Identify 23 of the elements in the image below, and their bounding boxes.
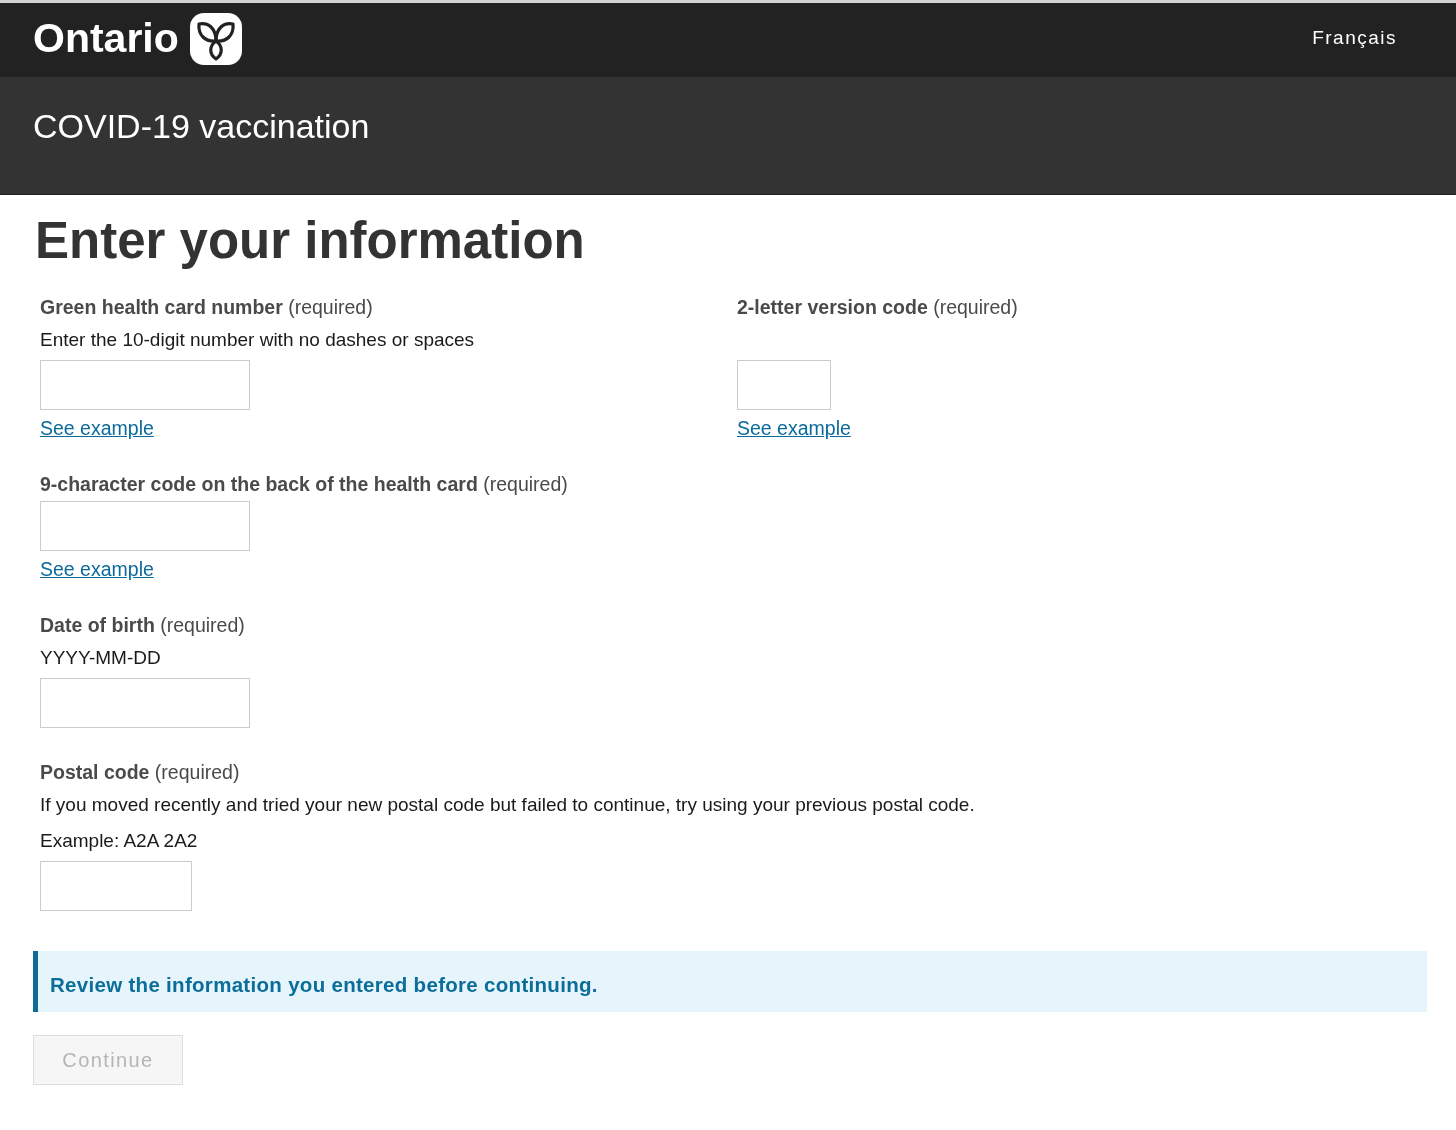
alert-message: Review the information you entered before continuing. xyxy=(50,973,598,996)
language-link[interactable]: Français xyxy=(1312,27,1397,53)
text-input[interactable] xyxy=(737,360,831,410)
page-heading: Enter your information xyxy=(35,211,585,271)
home-logo-link[interactable]: Ontario xyxy=(33,12,242,68)
field-hint: If you moved recently and tried your new postal code but failed to continue, try using your previous postal code. xyxy=(40,793,975,817)
see-example-link[interactable]: See example xyxy=(40,416,154,440)
text-input[interactable] xyxy=(40,678,250,728)
see-example-link[interactable]: See example xyxy=(40,557,154,581)
see-example-link[interactable]: See example xyxy=(737,416,851,440)
field-hint: YYYY-MM-DD xyxy=(40,646,161,670)
text-input[interactable] xyxy=(40,861,192,911)
field-label: 9-character code on the back of the health card (required) xyxy=(40,472,568,496)
field-label: Postal code (required) xyxy=(40,760,240,784)
field-hint: Enter the 10-digit number with no dashes or spaces xyxy=(40,328,475,352)
field-label: Date of birth (required) xyxy=(40,613,245,637)
field-label: Green health card number (required) xyxy=(40,295,373,319)
service-title: COVID-19 vaccination xyxy=(33,107,370,145)
text-input[interactable] xyxy=(40,360,250,410)
field-label: 2-letter version code (required) xyxy=(737,295,1018,319)
text-input[interactable] xyxy=(40,501,250,551)
field-hint: Example: A2A 2A2 xyxy=(40,829,199,853)
flower-icon xyxy=(189,12,242,65)
